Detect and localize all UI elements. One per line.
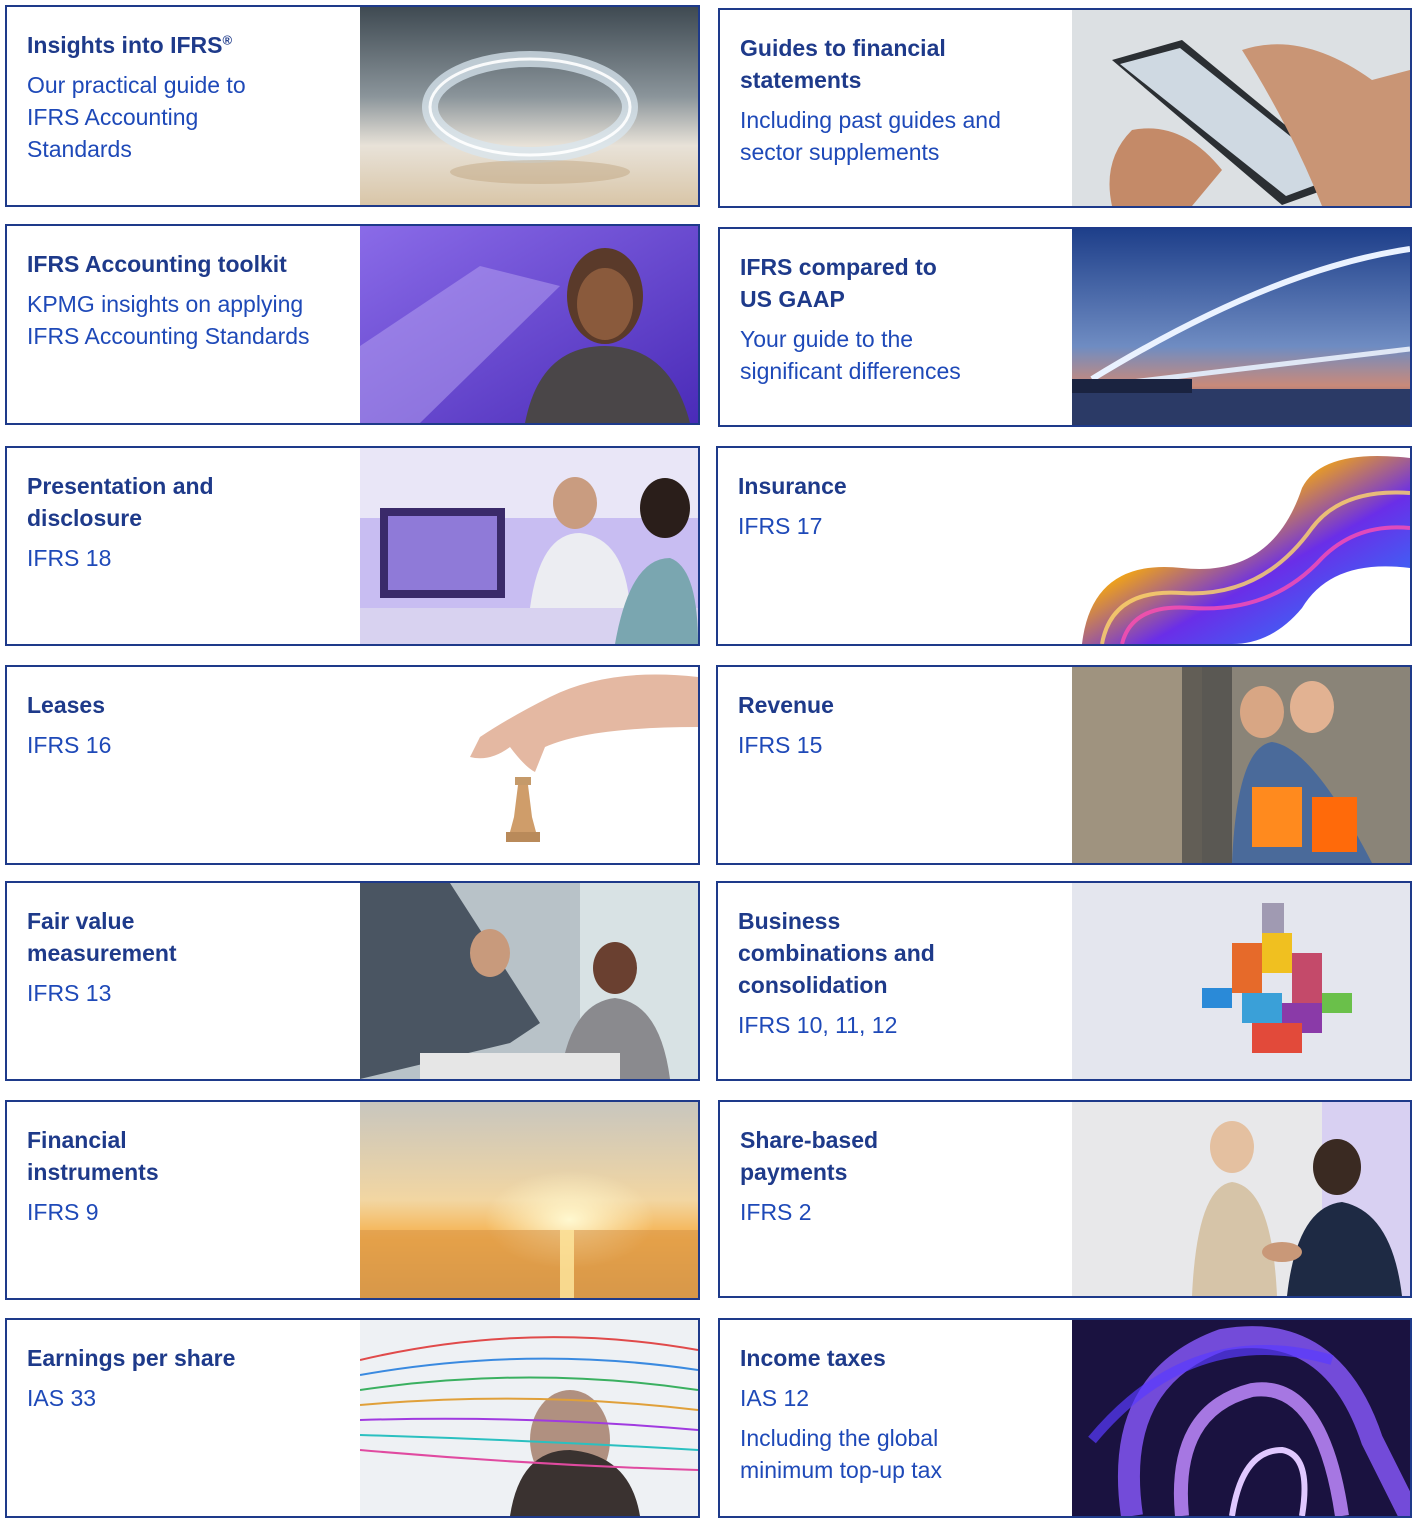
card-text: Earnings per share IAS 33: [27, 1342, 347, 1414]
card-subtitle: IFRS 10, 11, 12: [738, 1012, 898, 1038]
card-subtitle-secondary: Including the global minimum top-up tax: [740, 1425, 942, 1483]
card-title: Leases: [27, 692, 106, 718]
card-revenue[interactable]: Revenue IFRS 15: [716, 665, 1412, 865]
card-text: IFRS compared to US GAAP Your guide to t…: [740, 251, 1060, 387]
card-text: Guides to financial statements Including…: [740, 32, 1060, 168]
card-title: Insights into IFRS®: [27, 32, 233, 58]
card-text: Financial instruments IFRS 9: [27, 1124, 347, 1228]
card-title: Presentation and disclosure: [27, 473, 214, 531]
handshake-colleagues-photo: [1072, 1102, 1410, 1296]
card-title: IFRS Accounting toolkit: [27, 251, 287, 277]
card-business-combinations[interactable]: Business combinations and consolidation …: [716, 881, 1412, 1081]
office-meeting-photo: [360, 448, 698, 644]
card-subtitle: Including past guides and sector supplem…: [740, 107, 1001, 165]
data-lines-woman-photo: [360, 1320, 698, 1516]
colored-blocks-photo: [1072, 883, 1410, 1079]
card-title: Insurance: [738, 473, 847, 499]
card-title: Business combinations and consolidation: [738, 908, 935, 998]
card-text: Income taxes IAS 12 Including the global…: [740, 1342, 1060, 1486]
card-subtitle: IFRS 18: [27, 545, 112, 571]
card-subtitle: IAS 12: [740, 1385, 810, 1411]
card-text: Fair value measurement IFRS 13: [27, 905, 347, 1009]
card-title: Earnings per share: [27, 1345, 236, 1371]
card-subtitle: IFRS 15: [738, 732, 823, 758]
shopping-women-photo: [1072, 667, 1410, 863]
handshake-meeting-photo: [360, 883, 698, 1079]
card-title: Revenue: [738, 692, 834, 718]
hand-chess-piece-photo: [360, 667, 698, 863]
card-insurance[interactable]: Insurance IFRS 17: [716, 446, 1412, 646]
card-share-based-payments[interactable]: Share-based payments IFRS 2: [718, 1100, 1412, 1298]
card-text: Leases IFRS 16: [27, 689, 347, 761]
card-subtitle: KPMG insights on applying IFRS Accountin…: [27, 291, 310, 349]
card-ifrs-accounting-toolkit[interactable]: IFRS Accounting toolkit KPMG insights on…: [5, 224, 700, 425]
card-title: Fair value measurement: [27, 908, 177, 966]
card-income-taxes[interactable]: Income taxes IAS 12 Including the global…: [718, 1318, 1412, 1518]
card-ifrs-compared-to-us-gaap[interactable]: IFRS compared to US GAAP Your guide to t…: [718, 227, 1412, 427]
card-subtitle: IFRS 9: [27, 1199, 99, 1225]
hand-tablet-photo: [1072, 10, 1410, 206]
card-text: Revenue IFRS 15: [738, 689, 1058, 761]
card-earnings-per-share[interactable]: Earnings per share IAS 33: [5, 1318, 700, 1518]
card-guides-to-financial-statements[interactable]: Guides to financial statements Including…: [718, 8, 1412, 208]
card-title: Income taxes: [740, 1345, 886, 1371]
card-presentation-and-disclosure[interactable]: Presentation and disclosure IFRS 18: [5, 446, 700, 646]
card-leases[interactable]: Leases IFRS 16: [5, 665, 700, 865]
card-fair-value-measurement[interactable]: Fair value measurement IFRS 13: [5, 881, 700, 1081]
glass-ring-photo: [360, 7, 698, 205]
card-subtitle: Our practical guide to IFRS Accounting S…: [27, 72, 246, 162]
card-text: Share-based payments IFRS 2: [740, 1124, 1060, 1228]
card-title: IFRS compared to US GAAP: [740, 254, 937, 312]
purple-swirl-photo: [1072, 1320, 1410, 1516]
abstract-ribbon-photo: [1072, 448, 1410, 644]
registered-mark: ®: [222, 32, 233, 48]
card-subtitle: IFRS 2: [740, 1199, 812, 1225]
card-text: IFRS Accounting toolkit KPMG insights on…: [27, 248, 347, 352]
card-text: Insurance IFRS 17: [738, 470, 1058, 542]
card-title: Financial instruments: [27, 1127, 159, 1185]
card-title: Share-based payments: [740, 1127, 879, 1185]
card-subtitle: IAS 33: [27, 1385, 97, 1411]
sea-sunrise-photo: [360, 1102, 698, 1298]
card-insights-into-ifrs[interactable]: Insights into IFRS® Our practical guide …: [5, 5, 700, 207]
card-subtitle: IFRS 13: [27, 980, 112, 1006]
card-title: Guides to financial statements: [740, 35, 946, 93]
bridge-dusk-photo: [1072, 229, 1410, 425]
card-subtitle: IFRS 17: [738, 513, 823, 539]
card-text: Business combinations and consolidation …: [738, 905, 1058, 1041]
card-financial-instruments[interactable]: Financial instruments IFRS 9: [5, 1100, 700, 1300]
card-text: Insights into IFRS® Our practical guide …: [27, 29, 347, 165]
smiling-woman-photo: [360, 226, 698, 423]
card-subtitle: IFRS 16: [27, 732, 112, 758]
card-text: Presentation and disclosure IFRS 18: [27, 470, 347, 574]
card-subtitle: Your guide to the significant difference…: [740, 326, 961, 384]
